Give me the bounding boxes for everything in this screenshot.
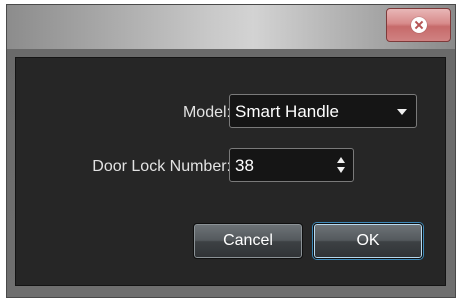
door-lock-number-stepper[interactable]: 38	[229, 148, 354, 182]
cancel-button[interactable]: Cancel	[193, 223, 303, 259]
ok-button[interactable]: OK	[313, 223, 423, 259]
door-lock-number-value[interactable]: 38	[235, 156, 254, 176]
model-label: Model:	[182, 104, 231, 121]
title-bar[interactable]	[7, 5, 455, 49]
model-dropdown[interactable]: Smart Handle	[229, 94, 417, 128]
close-button[interactable]	[386, 8, 451, 42]
chevron-down-icon	[397, 109, 407, 115]
model-selected-value: Smart Handle	[235, 102, 339, 121]
increment-arrow-icon[interactable]	[337, 157, 345, 163]
decrement-arrow-icon[interactable]	[337, 167, 345, 173]
dialog-window: Model: Smart Handle Door Lock Number: 38…	[6, 4, 456, 298]
close-icon	[411, 17, 427, 33]
dialog-content-panel: Model: Smart Handle Door Lock Number: 38…	[15, 57, 446, 286]
door-lock-number-label: Door Lock Number:	[92, 158, 231, 175]
